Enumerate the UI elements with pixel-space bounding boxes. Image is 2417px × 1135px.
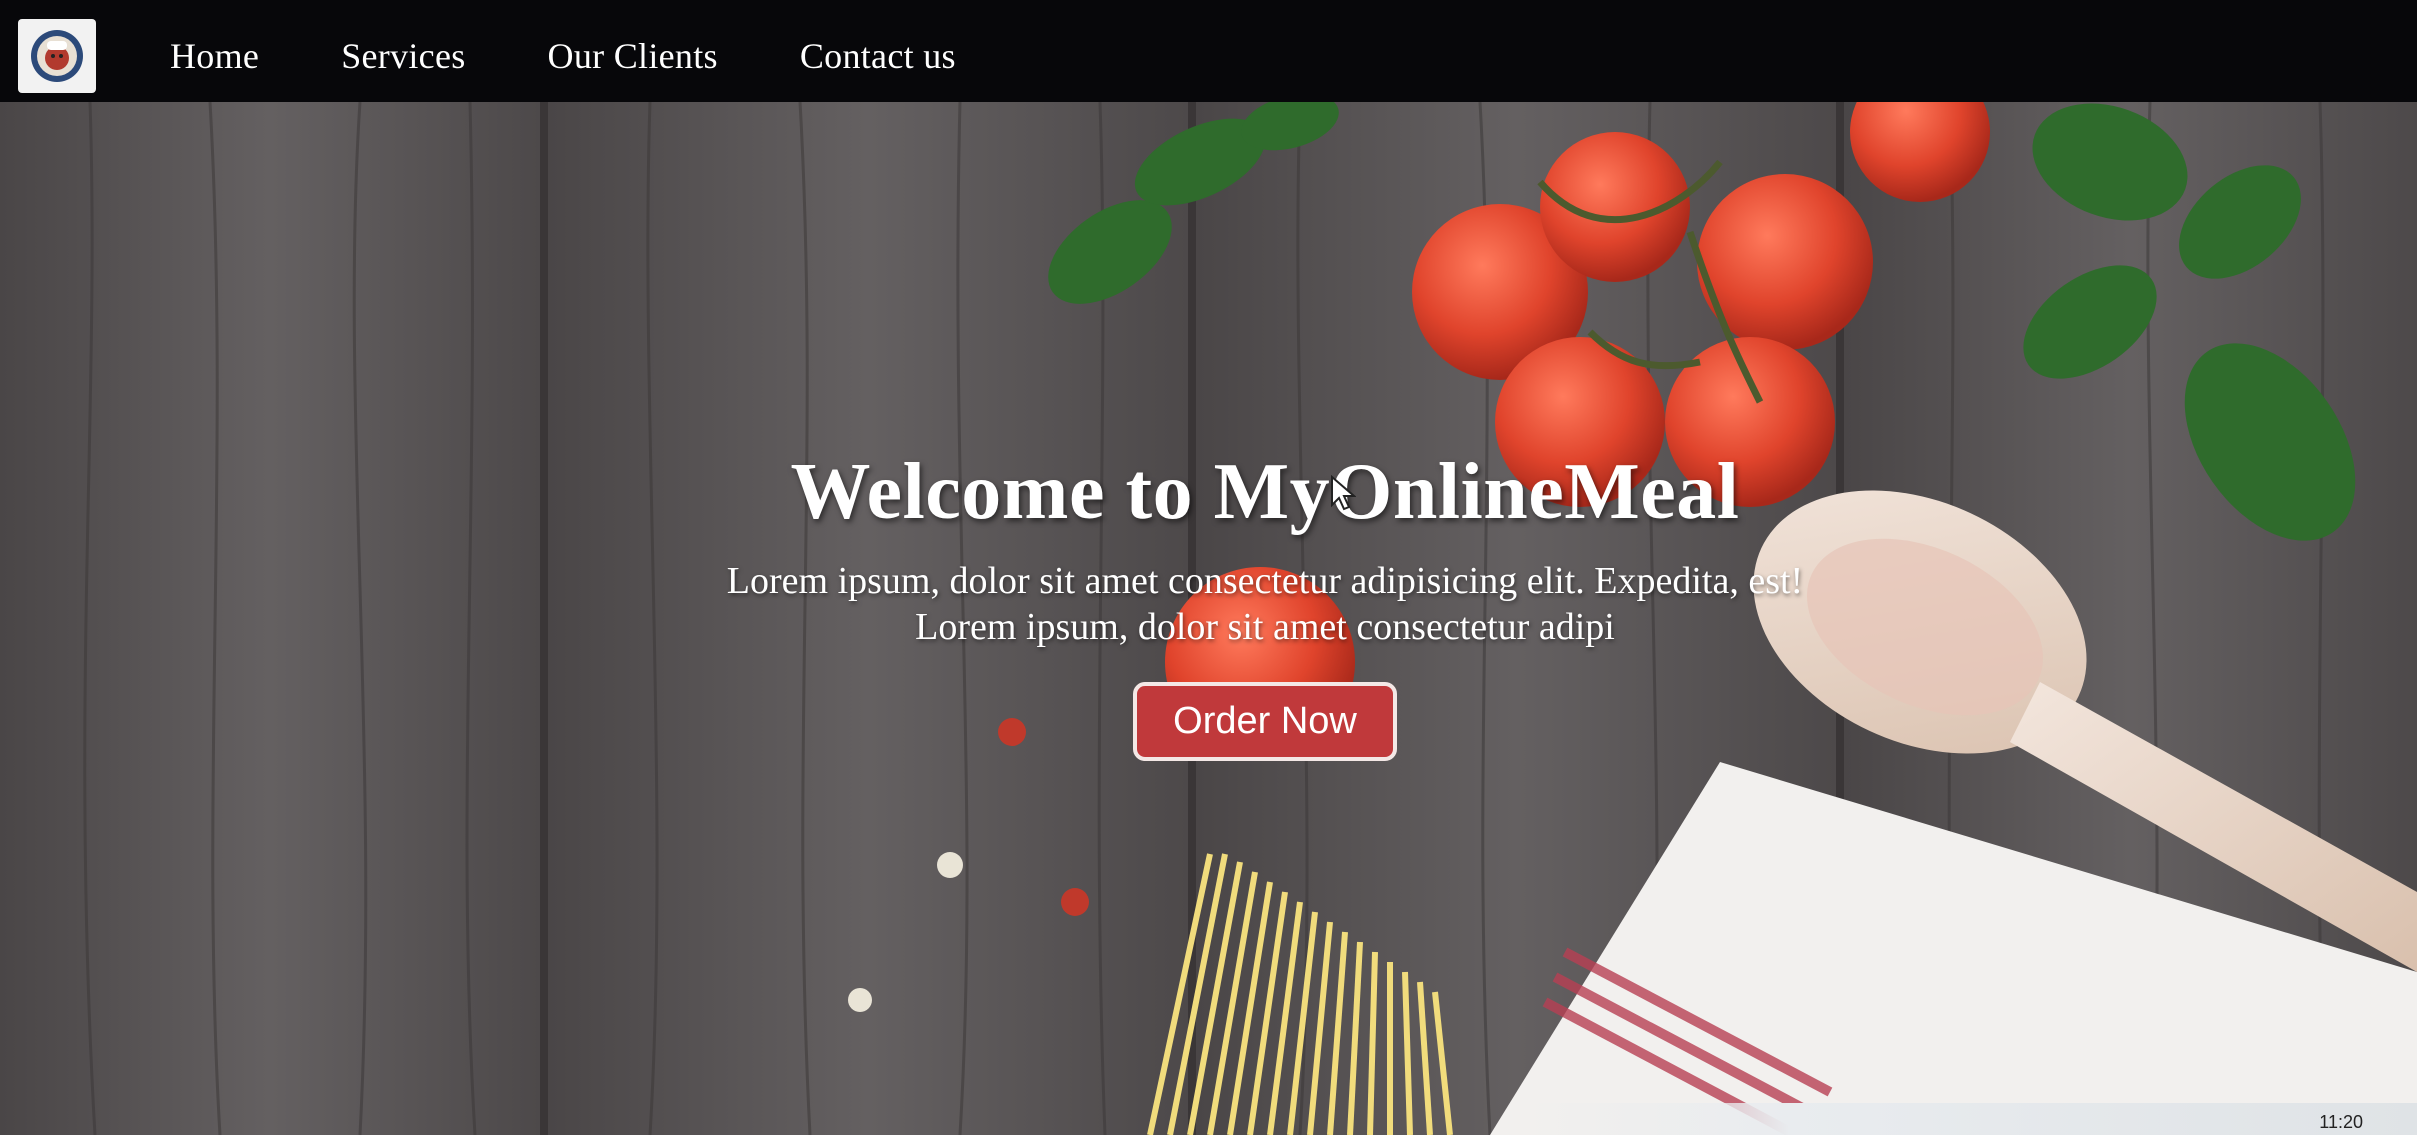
hero-title: Welcome to MyOnlineMeal xyxy=(790,448,1740,536)
nav-link-home[interactable]: Home xyxy=(170,35,259,77)
hero-text-line-1: Lorem ipsum, dolor sit amet consectetur … xyxy=(726,560,1804,602)
hero-content: Welcome to MyOnlineMeal Lorem ipsum, dol… xyxy=(600,447,1930,761)
nav-link-our-clients[interactable]: Our Clients xyxy=(548,35,718,77)
taskbar-strip xyxy=(1520,1103,2417,1135)
hero-section: Welcome to MyOnlineMeal Lorem ipsum, dol… xyxy=(0,102,2417,1135)
hero-text-line-2: Lorem ipsum, dolor sit amet consectetur … xyxy=(915,606,1615,648)
mouse-cursor-icon xyxy=(1331,475,1356,511)
nav-link-contact-us[interactable]: Contact us xyxy=(800,35,956,77)
chef-logo-icon xyxy=(31,30,83,82)
system-clock: 11:20 xyxy=(2319,1112,2363,1132)
site-logo[interactable] xyxy=(18,19,96,93)
nav-link-services[interactable]: Services xyxy=(341,35,465,77)
navbar: Home Services Our Clients Contact us xyxy=(0,0,2417,112)
order-now-button[interactable]: Order Now xyxy=(1133,682,1397,761)
